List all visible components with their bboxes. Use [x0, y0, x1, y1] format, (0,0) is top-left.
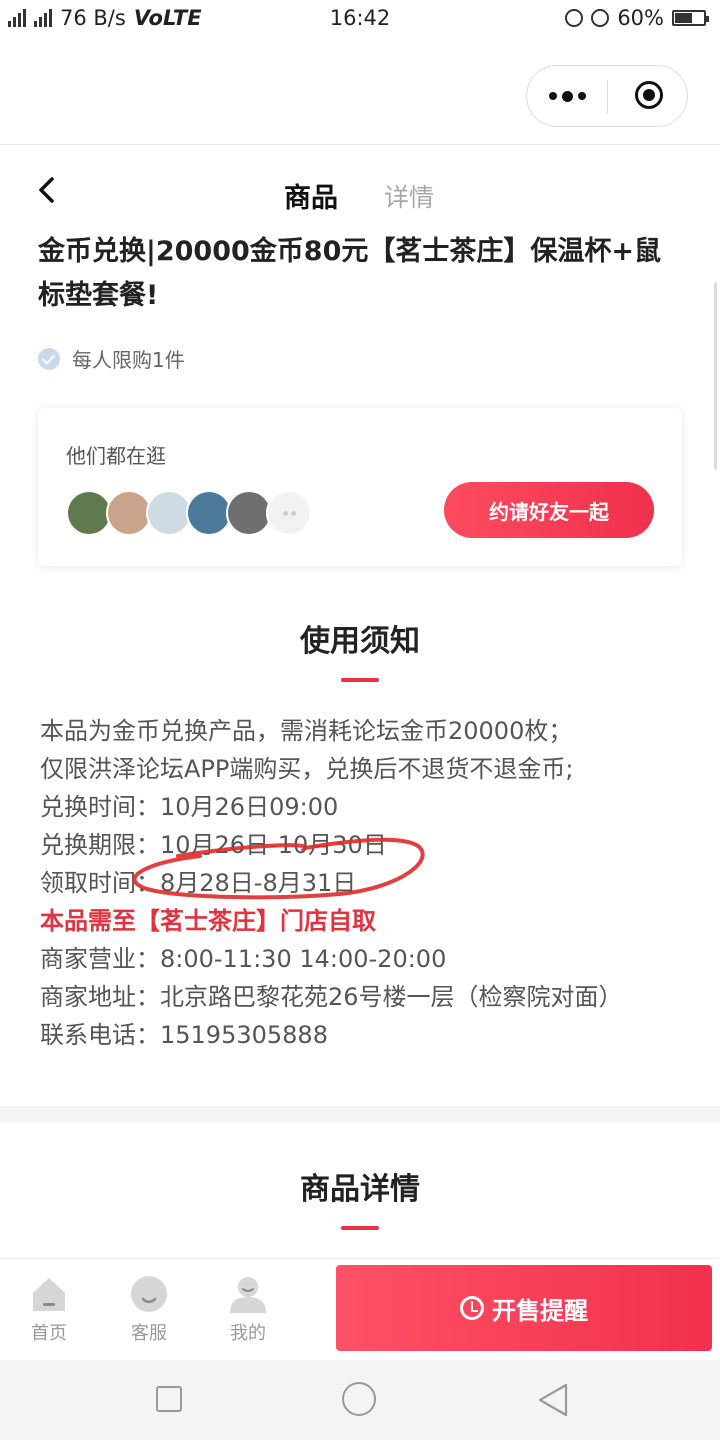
notice-line-highlight: 本品需至【茗士茶庄】门店自取: [40, 907, 376, 935]
sale-reminder-label: 开售提醒: [492, 1296, 588, 1325]
notice-line: 仅限洪泽论坛APP端购买，兑换后不退货不退金币;: [40, 755, 574, 783]
more-avatars-icon: [266, 490, 312, 536]
red-scribble-annotation: [132, 837, 425, 900]
home-button[interactable]: 首页: [14, 1275, 84, 1345]
heading-underline: [341, 678, 379, 682]
product-detail-heading: 商品详情: [300, 1172, 420, 1207]
product-title: 金币兑换|20000金币80元【茗士茶庄】保温杯+鼠标垫套餐!: [38, 236, 661, 311]
miniprogram-capsule: [526, 65, 688, 127]
capsule-divider: [607, 80, 608, 114]
battery-percent: 60%: [617, 6, 664, 30]
check-icon: [38, 347, 60, 370]
customer-service-icon: [131, 1276, 167, 1312]
status-bar: 76 B/s VoLTE 16:42 60%: [0, 0, 720, 38]
usage-notice-heading: 使用须知: [300, 624, 420, 659]
heading-underline: [341, 1226, 379, 1230]
home-circle-icon[interactable]: [342, 1382, 376, 1416]
tab-detail[interactable]: 详情: [384, 178, 434, 214]
battery-icon: [672, 10, 709, 26]
user-icon: [230, 1277, 266, 1313]
friends-browsing-card: 他们都在逛 约请好友一起: [38, 408, 682, 566]
alarm-clock-icon: [460, 1296, 484, 1320]
notice-line: 兑换时间：10月26日09:00: [40, 793, 339, 821]
recent-apps-icon[interactable]: [156, 1386, 182, 1412]
more-icon[interactable]: [545, 84, 589, 108]
notice-line: 联系电话：15195305888: [40, 1021, 328, 1049]
tab-product[interactable]: 商品: [284, 176, 338, 215]
scrollbar[interactable]: [714, 282, 717, 470]
back-triangle-icon[interactable]: [536, 1382, 570, 1418]
purchase-limit: 每人限购1件: [38, 344, 185, 373]
header-divider: [0, 144, 720, 145]
alarm-icon: [591, 9, 610, 27]
battery-fill: [675, 13, 692, 23]
notice-line: 商家地址：北京路巴黎花苑26号楼一层（检察院对面）: [40, 983, 623, 1011]
home-icon: [33, 1278, 65, 1311]
mine-button[interactable]: 我的: [213, 1275, 283, 1345]
invite-friends-button[interactable]: 约请好友一起: [444, 482, 654, 538]
sale-reminder-button[interactable]: 开售提醒: [336, 1265, 712, 1351]
system-navigation-bar: [0, 1360, 720, 1440]
customer-service-label: 客服: [131, 1323, 167, 1344]
clock: 16:42: [329, 6, 391, 30]
notice-line: 商家营业：8:00-11:30 14:00-20:00: [40, 945, 447, 973]
mine-label: 我的: [230, 1323, 266, 1344]
customer-service-button[interactable]: 客服: [114, 1275, 184, 1345]
lock-rotation-icon: [565, 9, 584, 27]
close-miniprogram-icon[interactable]: [635, 81, 663, 109]
section-divider: [0, 1106, 720, 1122]
notice-line: 本品为金币兑换产品，需消耗论坛金币20000枚；: [40, 717, 573, 745]
friends-browsing-label: 他们都在逛: [66, 444, 166, 468]
purchase-limit-text: 每人限购1件: [72, 348, 185, 372]
home-label: 首页: [31, 1323, 67, 1344]
bottom-action-bar: 首页 客服 我的 开售提醒: [0, 1258, 720, 1361]
back-arrow-icon[interactable]: [34, 175, 60, 205]
